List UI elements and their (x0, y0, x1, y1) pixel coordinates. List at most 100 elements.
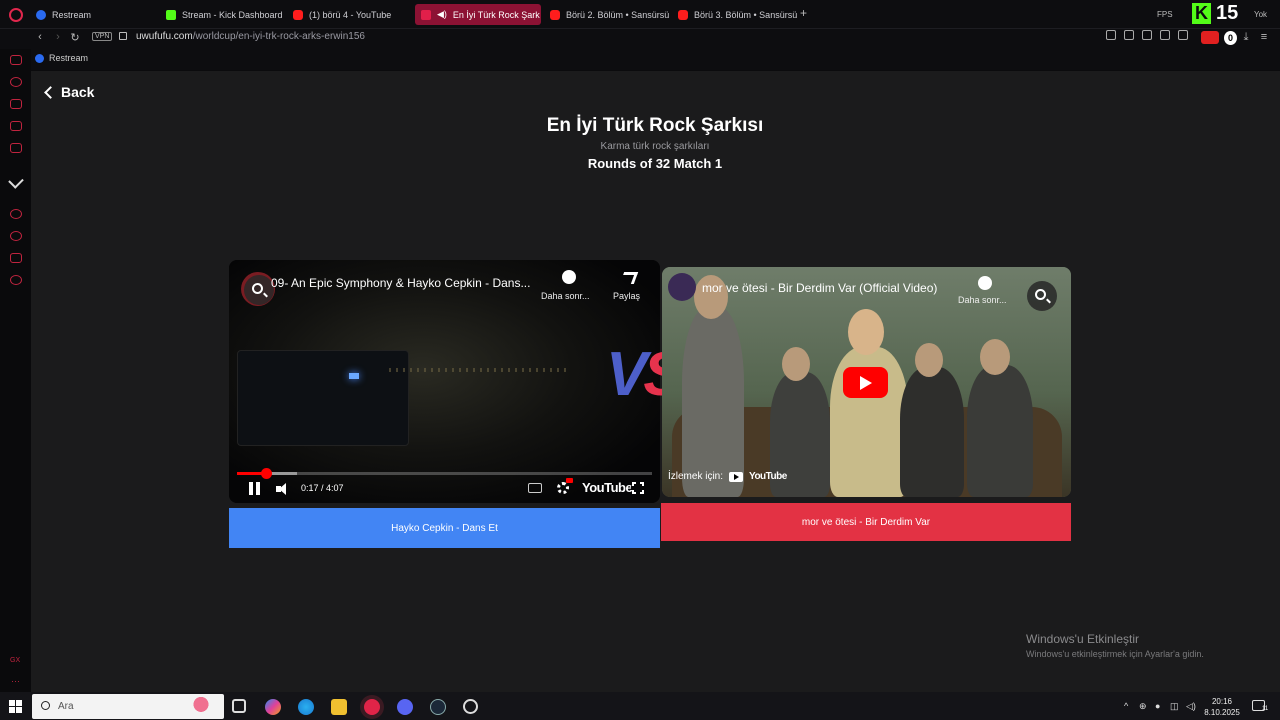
forward-nav-icon[interactable]: › (51, 31, 65, 43)
opera-logo-icon[interactable] (9, 8, 23, 22)
tab-boru3[interactable]: Börü 3. Bölüm • Sansürsü (672, 4, 797, 25)
menu-icon[interactable]: ≡ (1257, 31, 1271, 43)
left-video-player[interactable]: 09- An Epic Symphony & Hayko Cepkin - Da… (229, 260, 660, 503)
page-title: En İyi Türk Rock Şarkısı (546, 115, 764, 136)
video-title[interactable]: 09- An Epic Symphony & Hayko Cepkin - Da… (271, 276, 536, 290)
twitch-icon[interactable] (10, 55, 22, 65)
video-title[interactable]: mor ve ötesi - Bir Derdim Var (Official … (702, 281, 972, 295)
settings-icon[interactable] (10, 275, 22, 285)
kick-logo-icon: K (1192, 3, 1211, 24)
bookmark-restream[interactable]: Restream (35, 53, 88, 63)
network-status-icon[interactable]: ⊕ (1139, 701, 1147, 712)
gx-corner-icon[interactable] (10, 77, 22, 87)
channel-avatar[interactable] (668, 273, 696, 301)
youtube-logo[interactable]: YouTube (582, 480, 633, 495)
task-view-icon[interactable] (232, 699, 246, 713)
youtube-logo: YouTube (749, 471, 787, 482)
scrubber-handle[interactable] (260, 468, 272, 479)
heart-icon[interactable] (1178, 30, 1188, 40)
progress-bar[interactable] (237, 468, 652, 479)
new-tab-button[interactable]: + (800, 6, 807, 20)
snapshot-icon[interactable] (1124, 30, 1134, 40)
settings-gear-icon[interactable] (557, 482, 569, 494)
pause-icon[interactable] (249, 482, 260, 495)
tab-uwufufu-active[interactable]: ◀) En İyi Türk Rock Şark (415, 4, 541, 25)
tab-kick-dashboard[interactable]: Stream - Kick Dashboard (160, 4, 285, 25)
choose-left-button[interactable]: Hayko Cepkin - Dans Et (229, 508, 660, 548)
notification-count: 11 (1262, 706, 1269, 712)
fullscreen-icon[interactable] (631, 481, 645, 495)
windows-start-icon[interactable] (9, 700, 22, 713)
send-icon[interactable] (1160, 30, 1170, 40)
youtube-extension-icon[interactable] (1201, 31, 1219, 44)
speaker-icon: ◀) (437, 9, 447, 19)
steam-icon[interactable] (430, 699, 446, 715)
history-icon[interactable] (10, 231, 22, 241)
extension-badge[interactable]: 0 (1224, 31, 1237, 45)
chevron-left-icon (44, 85, 57, 99)
messenger-icon[interactable] (10, 121, 22, 131)
more-icon[interactable]: ··· (11, 676, 20, 686)
tab-restream[interactable]: Restream (30, 4, 155, 25)
activation-watermark-text: Windows'u etkinleştirmek için Ayarlar'a … (1026, 649, 1204, 659)
play-circle-icon[interactable] (10, 209, 22, 219)
watch-later-icon[interactable] (978, 276, 992, 290)
person (900, 367, 964, 497)
kick-viewer-count: 15 (1216, 2, 1239, 24)
watch-later-icon[interactable] (562, 270, 576, 284)
pin-icon[interactable] (1106, 30, 1116, 40)
taskbar-search[interactable]: Ara (32, 694, 224, 719)
fps-label: FPS (1157, 10, 1173, 19)
right-video-player[interactable]: mor ve ötesi - Bir Derdim Var (Official … (662, 267, 1071, 497)
reload-icon[interactable]: ↻ (68, 31, 82, 44)
watch-on-youtube[interactable]: İzlemek için: YouTube (668, 471, 787, 482)
ai-icon[interactable] (10, 143, 22, 153)
zoom-icon (1035, 289, 1046, 300)
shield-icon[interactable] (1142, 30, 1152, 40)
back-label: Back (61, 84, 95, 100)
tab-boru2[interactable]: Börü 2. Bölüm • Sansürsü (544, 4, 669, 25)
gx-icon[interactable]: GX (10, 657, 20, 664)
show-hidden-icons-icon[interactable]: ^ (1124, 701, 1128, 711)
tab-youtube-boru4[interactable]: (1) börü 4 - YouTube (287, 4, 412, 25)
obs-icon[interactable] (463, 699, 478, 714)
url-field[interactable]: uwufufu.com/worldcup/en-iyi-trk-rock-ark… (136, 31, 365, 42)
url-domain: uwufufu.com (136, 31, 193, 42)
taskbar-clock[interactable]: 20:16 8.10.2025 (1204, 696, 1240, 718)
player-icon[interactable] (10, 99, 22, 109)
watch-later-label: Daha sonr... (958, 295, 1007, 305)
wifi-icon[interactable]: ◫ (1170, 701, 1179, 712)
copilot-icon[interactable] (265, 699, 281, 715)
youtube-icon (678, 9, 688, 20)
bookmark-label: Restream (49, 53, 89, 63)
video-overlay-panel (237, 350, 409, 446)
youtube-icon (550, 9, 560, 20)
edge-icon[interactable] (298, 699, 314, 715)
round-label: Rounds of 32 Match 1 (587, 156, 723, 171)
choose-right-button[interactable]: mor ve ötesi - Bir Derdim Var (661, 503, 1071, 541)
zoom-icon (252, 283, 263, 294)
play-button-icon[interactable] (843, 367, 888, 398)
person-head (782, 347, 810, 381)
opera-gx-taskbar-icon[interactable] (364, 699, 380, 715)
back-button[interactable]: Back (43, 84, 94, 100)
file-explorer-icon[interactable] (331, 699, 347, 715)
extensions-icon[interactable] (10, 253, 22, 263)
subtitles-icon[interactable] (528, 483, 542, 493)
microphone-icon[interactable]: ● (1155, 701, 1160, 711)
video-time: 0:17 / 4:07 (301, 483, 344, 493)
volume-icon[interactable] (276, 483, 290, 495)
download-icon[interactable]: ⤓ (1239, 31, 1253, 44)
vpn-badge[interactable]: VPN (92, 32, 113, 41)
tab-label: En İyi Türk Rock Şark (452, 9, 540, 20)
search-icon (41, 701, 50, 710)
bookmarks-bar (0, 49, 1280, 70)
lock-icon[interactable] (119, 32, 127, 40)
zoom-in-button[interactable] (244, 275, 274, 305)
back-nav-icon[interactable]: ‹ (33, 31, 47, 43)
volume-tray-icon[interactable]: ◁) (1186, 701, 1196, 712)
zoom-in-button[interactable] (1027, 281, 1057, 311)
discord-icon[interactable] (397, 699, 413, 715)
uwufufu-icon (421, 9, 431, 20)
yok-label: Yok (1254, 10, 1268, 19)
